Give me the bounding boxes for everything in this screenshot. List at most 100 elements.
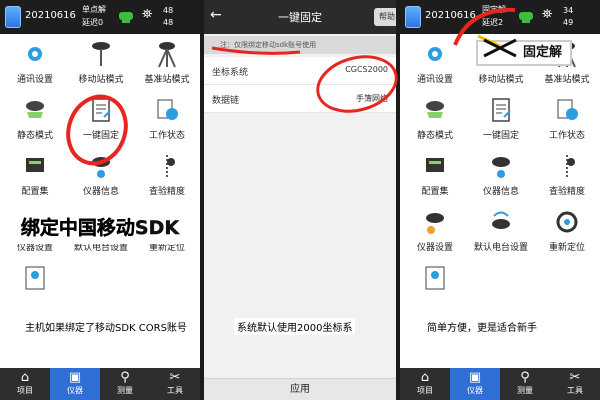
menu-item[interactable]: 通讯设置: [402, 38, 468, 98]
tab-home[interactable]: ⌂ 项目: [0, 368, 50, 400]
base-tripod-icon: [158, 42, 176, 68]
row-label: 数据链: [212, 96, 240, 106]
left-screen: 20210616 单点解 延迟0 ⛯ 48 48 通讯设置 移动站模式 基准站模式静态…: [0, 0, 200, 400]
fixed-solution-callout: 固定解: [476, 40, 572, 66]
satellite-counts: 34 49: [563, 6, 574, 27]
menu-item[interactable]: 查验精度: [134, 150, 200, 210]
menu-item[interactable]: 工作状态: [134, 94, 200, 154]
menu-item-label: 基准站模式: [544, 75, 590, 85]
menu-item-label: 静态模式: [416, 131, 453, 141]
config-set-icon: [26, 158, 44, 172]
menu-item[interactable]: 配置集: [2, 150, 68, 210]
status-date: 20210616: [425, 10, 476, 21]
tools-icon: ✂: [169, 370, 181, 385]
tab-label: 仪器: [467, 386, 483, 395]
delay-status: 延迟0: [82, 18, 104, 27]
menu-item-label: 查验精度: [148, 187, 185, 197]
menu-item-label: 一键固定: [482, 131, 519, 141]
menu-item[interactable]: 一键固定: [468, 94, 534, 154]
satellite-counts: 48 48: [163, 6, 174, 27]
tab-label: 工具: [167, 386, 183, 395]
status-date: 20210616: [25, 10, 76, 21]
menu-item-label: 仪器信息: [482, 187, 519, 197]
document-edit-icon: [92, 98, 111, 122]
bottom-tab-bar: ⌂ 项目 ▣ 仪器 ⚲ 测量 ✂ 工具: [0, 368, 200, 400]
status-bar: 20210616 固定解 延迟2 ⛯ 34 49: [400, 0, 600, 34]
row-value: CGCS2000: [345, 65, 388, 74]
status-bar: 20210616 单点解 延迟0 ⛯ 48 48: [0, 0, 200, 34]
instrument-icon: ▣: [468, 370, 482, 385]
settings-gear-icon: [28, 47, 42, 61]
tab-home[interactable]: ⌂ 项目: [400, 368, 450, 400]
home-icon: ⌂: [420, 370, 430, 385]
menu-item[interactable]: 移动站模式: [68, 38, 134, 98]
menu-item[interactable]: 仪器信息: [68, 150, 134, 210]
menu-item[interactable]: 仪器信息: [468, 150, 534, 210]
menu-item[interactable]: 仪器设置: [402, 206, 468, 266]
precision-check-icon: [166, 155, 175, 177]
tab-label: 工具: [567, 386, 583, 395]
apply-button[interactable]: 应用: [204, 378, 396, 400]
tab-label: 仪器: [67, 386, 83, 395]
clock-status-icon: [557, 99, 578, 120]
clock-status-icon: [157, 99, 178, 120]
tab-label: 测量: [517, 386, 533, 395]
instrument-icon: ▣: [68, 370, 82, 385]
menu-item-label: 移动站模式: [478, 75, 524, 85]
menu-item[interactable]: 工作状态: [534, 94, 600, 154]
menu-item[interactable]: [402, 262, 468, 322]
menu-item-label: 通讯设置: [416, 75, 453, 85]
radio-tower-icon: [492, 211, 510, 229]
row-value: 手簿网络: [356, 94, 388, 103]
tab-instrument[interactable]: ▣ 仪器: [50, 368, 100, 400]
tab-location-pin[interactable]: ⚲ 测量: [500, 368, 550, 400]
menu-item-label: 配置集: [21, 187, 49, 197]
receiver-device-icon[interactable]: [517, 7, 535, 25]
bottom-tab-bar: ⌂ 项目 ▣ 仪器 ⚲ 测量 ✂ 工具: [400, 368, 600, 400]
title-bar: ← 一键固定 帮助: [204, 0, 396, 34]
device-settings-icon: [426, 213, 444, 234]
row-label: 坐标系统: [212, 68, 249, 78]
satellite-icon[interactable]: ⛯: [142, 7, 152, 22]
menu-item[interactable]: [2, 262, 68, 322]
tab-location-pin[interactable]: ⚲ 测量: [100, 368, 150, 400]
menu-item[interactable]: 默认电台设置: [468, 206, 534, 266]
menu-item-label: 移动站模式: [78, 75, 124, 85]
menu-item[interactable]: 一键固定: [68, 94, 134, 154]
menu-item-label: 工作状态: [148, 131, 185, 141]
middle-screen: ← 一键固定 帮助 注：仅限绑定移动sdk账号使用 坐标系统 CGCS2000 …: [204, 0, 396, 400]
menu-item-label: 仪器信息: [82, 187, 119, 197]
solution-status: 固定解: [482, 5, 506, 14]
user-badge-icon: [425, 266, 445, 290]
precision-check-icon: [566, 155, 575, 177]
help-button[interactable]: 帮助: [374, 8, 396, 26]
location-pin-icon: ⚲: [120, 370, 130, 385]
menu-item-label: 基准站模式: [144, 75, 190, 85]
config-set-icon: [426, 158, 444, 172]
menu-item-label: 一键固定: [82, 131, 119, 141]
tab-label: 项目: [17, 386, 33, 395]
sdk-banner: 绑定中国移动SDK: [0, 208, 200, 244]
relocate-icon: [556, 211, 578, 233]
menu-item[interactable]: 查验精度: [534, 150, 600, 210]
menu-item-label: 配置集: [421, 187, 449, 197]
menu-item[interactable]: 通讯设置: [2, 38, 68, 98]
tab-label: 项目: [417, 386, 433, 395]
tab-tools[interactable]: ✂ 工具: [150, 368, 200, 400]
video-caption: 系统默认使用2000坐标系: [234, 318, 356, 335]
menu-item-label: 通讯设置: [16, 75, 53, 85]
menu-item-label: 重新定位: [548, 243, 585, 253]
video-caption: 主机如果绑定了移动SDK CORS账号: [22, 318, 190, 335]
coordinate-system-row[interactable]: 坐标系统 CGCS2000: [204, 57, 396, 85]
tab-tools[interactable]: ✂ 工具: [550, 368, 600, 400]
satellite-icon[interactable]: ⛯: [542, 7, 552, 22]
menu-item[interactable]: 静态模式: [2, 94, 68, 154]
menu-item[interactable]: 配置集: [402, 150, 468, 210]
menu-item[interactable]: 基准站模式: [134, 38, 200, 98]
menu-item[interactable]: 重新定位: [534, 206, 600, 266]
data-link-row[interactable]: 数据链 手簿网络: [204, 85, 396, 113]
tab-instrument[interactable]: ▣ 仪器: [450, 368, 500, 400]
static-receiver-icon: [426, 101, 444, 118]
receiver-device-icon[interactable]: [117, 7, 135, 25]
menu-item[interactable]: 静态模式: [402, 94, 468, 154]
